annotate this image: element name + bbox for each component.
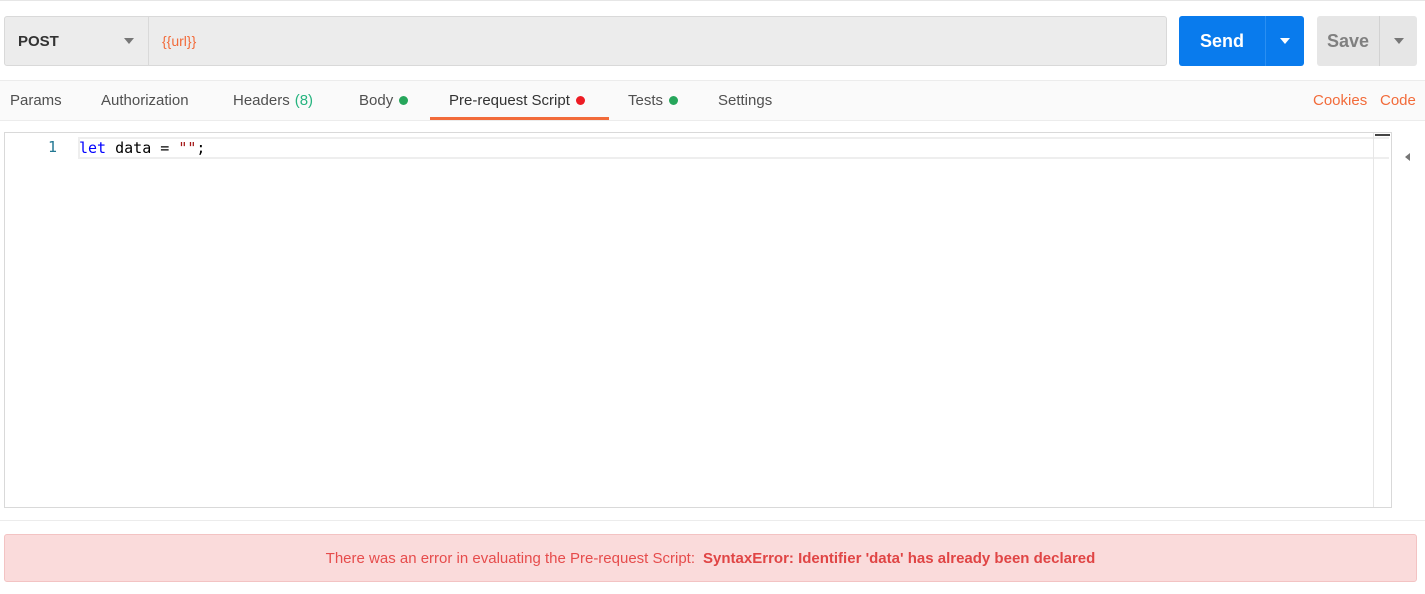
chevron-down-icon bbox=[1393, 38, 1404, 44]
code-link[interactable]: Code bbox=[1380, 81, 1416, 120]
send-button-group: Send bbox=[1179, 16, 1304, 66]
tab-authorization[interactable]: Authorization bbox=[101, 81, 189, 120]
chevron-down-icon bbox=[1280, 38, 1290, 44]
error-banner: There was an error in evaluating the Pre… bbox=[4, 534, 1417, 582]
code-text: data = bbox=[106, 139, 179, 157]
error-message: There was an error in evaluating the Pre… bbox=[325, 549, 696, 567]
method-select[interactable]: POST bbox=[5, 17, 149, 65]
tab-tests[interactable]: Tests bbox=[628, 81, 679, 120]
headers-count: (8) bbox=[294, 92, 314, 109]
tab-headers[interactable]: Headers (8) bbox=[233, 81, 313, 120]
save-button[interactable]: Save bbox=[1317, 16, 1379, 66]
script-editor[interactable]: 1 let data = ""; bbox=[4, 132, 1392, 508]
active-tab-indicator bbox=[430, 117, 609, 120]
request-bar: POST {{url}} bbox=[4, 16, 1167, 66]
send-button[interactable]: Send bbox=[1179, 16, 1265, 66]
send-options-button[interactable] bbox=[1265, 16, 1304, 66]
tab-params[interactable]: Params bbox=[10, 81, 62, 120]
tab-label: Settings bbox=[718, 92, 773, 109]
tab-label: Authorization bbox=[101, 92, 189, 109]
line-number: 1 bbox=[47, 138, 57, 156]
chevron-down-icon bbox=[124, 38, 134, 44]
collapse-sidebar-arrow-icon[interactable] bbox=[1405, 153, 1410, 161]
code-keyword: let bbox=[79, 139, 107, 157]
save-button-group: Save bbox=[1317, 16, 1417, 66]
status-dot-icon bbox=[575, 96, 585, 105]
code-line[interactable]: let data = ""; bbox=[79, 138, 205, 158]
request-tabs: Params Authorization Headers (8) Body Pr… bbox=[0, 80, 1425, 121]
status-dot-icon bbox=[399, 96, 409, 105]
current-line-highlight bbox=[78, 137, 1389, 159]
tab-settings[interactable]: Settings bbox=[718, 81, 772, 120]
editor-scrollbar[interactable] bbox=[1373, 133, 1391, 507]
top-divider bbox=[0, 0, 1425, 4]
save-options-button[interactable] bbox=[1379, 16, 1417, 66]
cookies-link[interactable]: Cookies bbox=[1313, 81, 1367, 120]
error-detail: SyntaxError: Identifier 'data' has alrea… bbox=[703, 549, 1096, 567]
status-dot-icon bbox=[669, 96, 679, 105]
scrollbar-thumb[interactable] bbox=[1375, 134, 1390, 136]
tab-label: Headers bbox=[233, 92, 290, 109]
divider bbox=[0, 520, 1425, 521]
tab-label: Params bbox=[10, 92, 62, 109]
method-label: POST bbox=[18, 32, 59, 50]
tab-body[interactable]: Body bbox=[359, 81, 409, 120]
code-text: ; bbox=[196, 139, 206, 157]
tab-label: Body bbox=[359, 92, 394, 109]
url-input[interactable]: {{url}} bbox=[149, 17, 1166, 65]
tab-label: Pre-request Script bbox=[449, 92, 570, 109]
tab-label: Tests bbox=[628, 92, 664, 109]
url-value: {{url}} bbox=[162, 33, 197, 49]
tab-pre-request-script[interactable]: Pre-request Script bbox=[449, 81, 585, 120]
code-string: "" bbox=[178, 139, 197, 157]
